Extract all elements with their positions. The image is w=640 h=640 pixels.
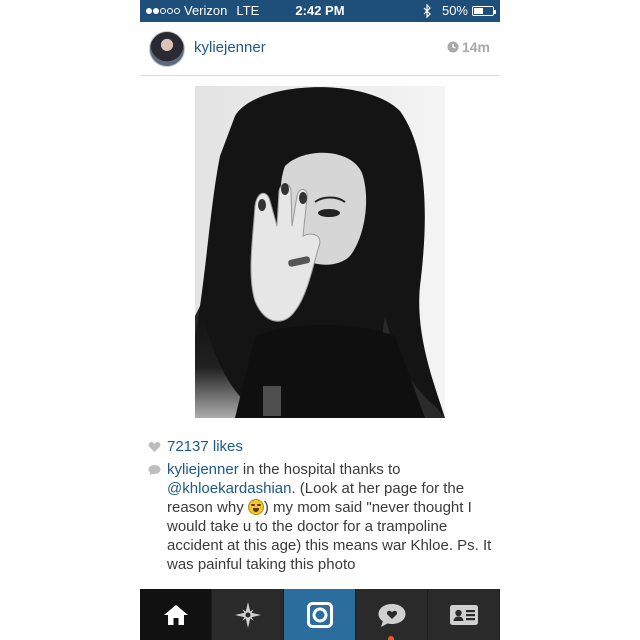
comment-bubble-icon <box>148 465 161 475</box>
likes-row[interactable]: 72137 likes <box>148 438 243 455</box>
battery-percent: 50% <box>441 3 468 18</box>
caption-part-1: in the hospital thanks to <box>238 461 401 478</box>
tab-explore[interactable] <box>212 589 284 640</box>
camera-icon <box>306 601 333 628</box>
avatar[interactable] <box>149 31 185 67</box>
battery-icon <box>472 5 496 16</box>
caption-text: kyliejenner in the hospital thanks to @k… <box>167 460 494 574</box>
joy-emoji-icon <box>247 499 264 515</box>
caption-username[interactable]: kyliejenner <box>167 461 239 478</box>
post-time: 14m <box>447 39 490 55</box>
post-username[interactable]: kyliejenner <box>194 39 266 56</box>
caption-mention[interactable]: @khloekardashian <box>167 480 291 497</box>
likes-count[interactable]: 72137 likes <box>167 438 243 455</box>
bluetooth-icon <box>423 3 431 18</box>
status-right: 50% <box>423 3 496 18</box>
battery-fill <box>474 7 483 14</box>
notification-dot <box>388 636 394 640</box>
profile-card-icon <box>449 604 478 625</box>
battery-nub <box>494 9 496 14</box>
tab-camera[interactable] <box>284 589 356 640</box>
time-ago-label: 14m <box>461 39 490 55</box>
emoji-mouth <box>252 508 259 512</box>
tab-activity[interactable] <box>356 589 428 640</box>
status-bar: Verizon LTE 2:42 PM 50% <box>140 0 500 22</box>
home-icon <box>163 604 188 625</box>
post-header: kyliejenner 14m <box>140 22 500 76</box>
tab-profile[interactable] <box>428 589 500 640</box>
photo-image <box>195 86 445 418</box>
star-compass-icon <box>234 601 261 628</box>
heart-icon <box>148 441 161 452</box>
caption: kyliejenner in the hospital thanks to @k… <box>148 460 494 574</box>
heart-bubble-icon <box>378 603 405 627</box>
clock-icon <box>447 41 459 53</box>
tab-home[interactable] <box>140 589 212 640</box>
post-photo[interactable] <box>195 86 445 418</box>
phone-screen: Verizon LTE 2:42 PM 50% kyliejenner 14m <box>140 0 500 640</box>
tab-bar <box>140 589 500 640</box>
